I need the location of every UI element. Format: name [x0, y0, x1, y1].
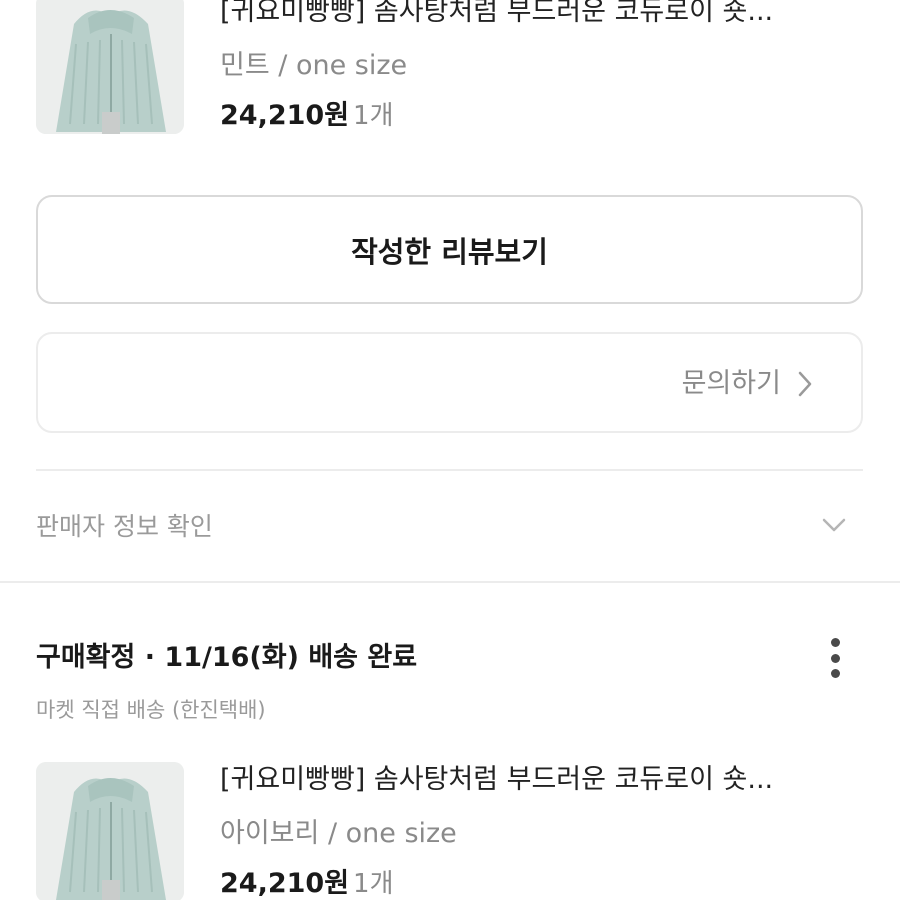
divider	[36, 469, 863, 471]
section-divider	[0, 581, 900, 583]
shipping-method: 마켓 직접 배송 (한진택배)	[36, 698, 266, 722]
order-product-item[interactable]: [귀요미빵빵] 솜사탕처럼 부드러운 코듀로이 숏... 민트 / one si…	[36, 0, 866, 134]
product-thumbnail[interactable]	[36, 762, 184, 900]
seller-info-label: 판매자 정보 확인	[36, 512, 213, 541]
seller-info-toggle[interactable]: 판매자 정보 확인	[36, 505, 863, 549]
order-status: 구매확정 · 11/16(화) 배송 완료	[36, 642, 418, 673]
product-title[interactable]: [귀요미빵빵] 솜사탕처럼 부드러운 코듀로이 숏...	[220, 762, 820, 798]
product-price-row: 24,210원 1개	[220, 866, 866, 900]
view-written-review-button[interactable]: 작성한 리뷰보기	[36, 195, 863, 304]
product-price-row: 24,210원 1개	[220, 98, 866, 137]
product-price: 24,210원	[220, 100, 350, 131]
inquiry-button[interactable]: 문의하기	[36, 332, 863, 433]
product-quantity: 1개	[353, 101, 394, 131]
product-option: 민트 / one size	[220, 50, 408, 81]
chevron-right-icon	[797, 370, 813, 402]
product-option: 아이보리 / one size	[220, 818, 457, 849]
more-vertical-icon[interactable]	[825, 638, 845, 678]
inquiry-label: 문의하기	[681, 368, 781, 399]
product-title[interactable]: [귀요미빵빵] 솜사탕처럼 부드러운 코듀로이 숏...	[220, 0, 820, 30]
product-quantity: 1개	[353, 869, 394, 899]
product-thumbnail[interactable]	[36, 0, 184, 134]
order-product-item[interactable]: [귀요미빵빵] 솜사탕처럼 부드러운 코듀로이 숏... 아이보리 / one …	[36, 762, 866, 900]
view-written-review-label: 작성한 리뷰보기	[351, 234, 548, 269]
chevron-down-icon	[821, 517, 847, 537]
product-price: 24,210원	[220, 868, 350, 899]
order-header: 구매확정 · 11/16(화) 배송 완료	[36, 638, 863, 678]
